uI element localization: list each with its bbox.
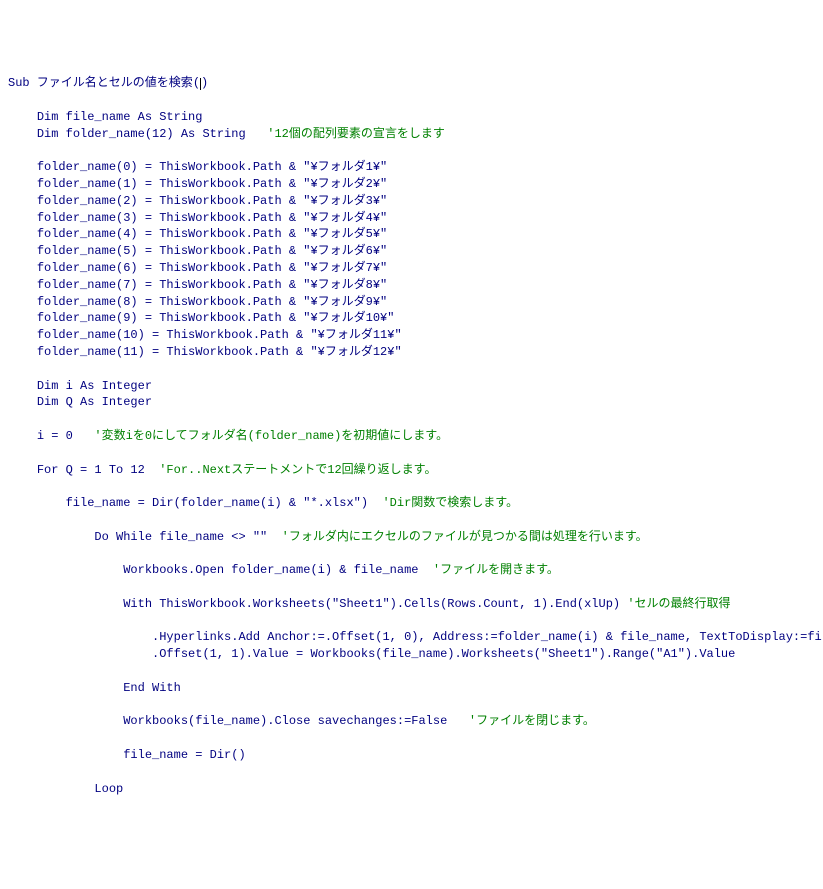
code-line: folder_name(5) = ThisWorkbook.Path & "¥フ… (8, 243, 815, 260)
code-token: Sub ファイル名とセルの値を検索 (8, 76, 193, 90)
code-line: With ThisWorkbook.Worksheets("Sheet1").C… (8, 596, 815, 613)
code-line (8, 613, 815, 630)
code-line: folder_name(2) = ThisWorkbook.Path & "¥フ… (8, 193, 815, 210)
code-line: End With (8, 680, 815, 697)
code-token: i = 0 (37, 429, 95, 443)
code-line (8, 445, 815, 462)
code-line: i = 0 '変数iを0にしてフォルダ名(folder_name)を初期値にしま… (8, 428, 815, 445)
code-line (8, 411, 815, 428)
code-token: 'For..Nextステートメントで12回繰り返します。 (159, 463, 436, 477)
code-token: folder_name(6) = ThisWorkbook.Path & "¥フ… (37, 261, 387, 275)
code-token: 'Dir関数で検索します。 (382, 496, 518, 510)
code-line (8, 764, 815, 781)
code-line: Dim Q As Integer (8, 394, 815, 411)
code-line: .Offset(1, 1).Value = Workbooks(file_nam… (8, 646, 815, 663)
code-token: folder_name(8) = ThisWorkbook.Path & "¥フ… (37, 295, 387, 309)
code-line: Do While file_name <> "" 'フォルダ内にエクセルのファイ… (8, 529, 815, 546)
code-token: file_name = Dir() (123, 748, 245, 762)
code-token: folder_name(11) = ThisWorkbook.Path & "¥… (37, 345, 402, 359)
code-token: 'フォルダ内にエクセルのファイルが見つかる間は処理を行います。 (282, 530, 648, 544)
code-token: Loop (94, 782, 123, 796)
code-token: For Q = 1 To 12 (37, 463, 159, 477)
code-line (8, 730, 815, 747)
code-token: folder_name(1) = ThisWorkbook.Path & "¥フ… (37, 177, 387, 191)
code-token: '変数iを0にしてフォルダ名(folder_name)を初期値にします。 (94, 429, 448, 443)
code-line: folder_name(3) = ThisWorkbook.Path & "¥フ… (8, 210, 815, 227)
code-token: folder_name(5) = ThisWorkbook.Path & "¥フ… (37, 244, 387, 258)
code-line: Sub ファイル名とセルの値を検索() (8, 75, 815, 92)
code-token: Workbooks.Open folder_name(i) & file_nam… (123, 563, 433, 577)
code-line: Loop (8, 781, 815, 798)
code-line: Dim folder_name(12) As String '12個の配列要素の… (8, 126, 815, 143)
code-line: folder_name(1) = ThisWorkbook.Path & "¥フ… (8, 176, 815, 193)
code-line: file_name = Dir(folder_name(i) & "*.xlsx… (8, 495, 815, 512)
code-token: Dim i As Integer (37, 379, 152, 393)
code-token: Do While file_name <> "" (94, 530, 281, 544)
code-token: Workbooks(file_name).Close savechanges:=… (123, 714, 469, 728)
code-token: '12個の配列要素の宣言をします (267, 127, 445, 141)
code-token: folder_name(7) = ThisWorkbook.Path & "¥フ… (37, 278, 387, 292)
code-token: folder_name(9) = ThisWorkbook.Path & "¥フ… (37, 311, 395, 325)
code-line: folder_name(9) = ThisWorkbook.Path & "¥フ… (8, 310, 815, 327)
code-line (8, 142, 815, 159)
code-token: ( (193, 76, 200, 90)
code-line (8, 478, 815, 495)
code-line: file_name = Dir() (8, 747, 815, 764)
code-line: For Q = 1 To 12 'For..Nextステートメントで12回繰り返… (8, 462, 815, 479)
code-token: Dim Q As Integer (37, 395, 152, 409)
code-token: 'セルの最終行取得 (627, 597, 730, 611)
code-token: .Hyperlinks.Add Anchor:=.Offset(1, 0), A… (152, 630, 823, 644)
code-line: folder_name(8) = ThisWorkbook.Path & "¥フ… (8, 294, 815, 311)
code-line (8, 697, 815, 714)
code-token: 'ファイルを開きます。 (433, 563, 559, 577)
code-line: folder_name(4) = ThisWorkbook.Path & "¥フ… (8, 226, 815, 243)
code-line: Dim i As Integer (8, 378, 815, 395)
code-line (8, 546, 815, 563)
code-line: folder_name(0) = ThisWorkbook.Path & "¥フ… (8, 159, 815, 176)
code-block[interactable]: Sub ファイル名とセルの値を検索() Dim file_name As Str… (8, 75, 815, 797)
code-line: Workbooks(file_name).Close savechanges:=… (8, 713, 815, 730)
code-token: folder_name(0) = ThisWorkbook.Path & "¥フ… (37, 160, 387, 174)
code-line: Dim file_name As String (8, 109, 815, 126)
code-line: .Hyperlinks.Add Anchor:=.Offset(1, 0), A… (8, 629, 815, 646)
code-line: folder_name(11) = ThisWorkbook.Path & "¥… (8, 344, 815, 361)
code-token: folder_name(10) = ThisWorkbook.Path & "¥… (37, 328, 402, 342)
code-token: 'ファイルを閉じます。 (469, 714, 595, 728)
code-line (8, 579, 815, 596)
code-line (8, 663, 815, 680)
code-token: .Offset(1, 1).Value = Workbooks(file_nam… (152, 647, 735, 661)
code-token: Dim file_name As String (37, 110, 203, 124)
code-token: End With (123, 681, 181, 695)
code-line (8, 92, 815, 109)
code-line (8, 512, 815, 529)
code-line: folder_name(6) = ThisWorkbook.Path & "¥フ… (8, 260, 815, 277)
code-line (8, 361, 815, 378)
code-token: With ThisWorkbook.Worksheets("Sheet1").C… (123, 597, 627, 611)
code-token: Dim folder_name(12) As String (37, 127, 267, 141)
code-line: folder_name(7) = ThisWorkbook.Path & "¥フ… (8, 277, 815, 294)
code-token: folder_name(4) = ThisWorkbook.Path & "¥フ… (37, 227, 387, 241)
code-token: folder_name(2) = ThisWorkbook.Path & "¥フ… (37, 194, 387, 208)
code-line: folder_name(10) = ThisWorkbook.Path & "¥… (8, 327, 815, 344)
code-token: folder_name(3) = ThisWorkbook.Path & "¥フ… (37, 211, 387, 225)
code-token: file_name = Dir(folder_name(i) & "*.xlsx… (66, 496, 383, 510)
